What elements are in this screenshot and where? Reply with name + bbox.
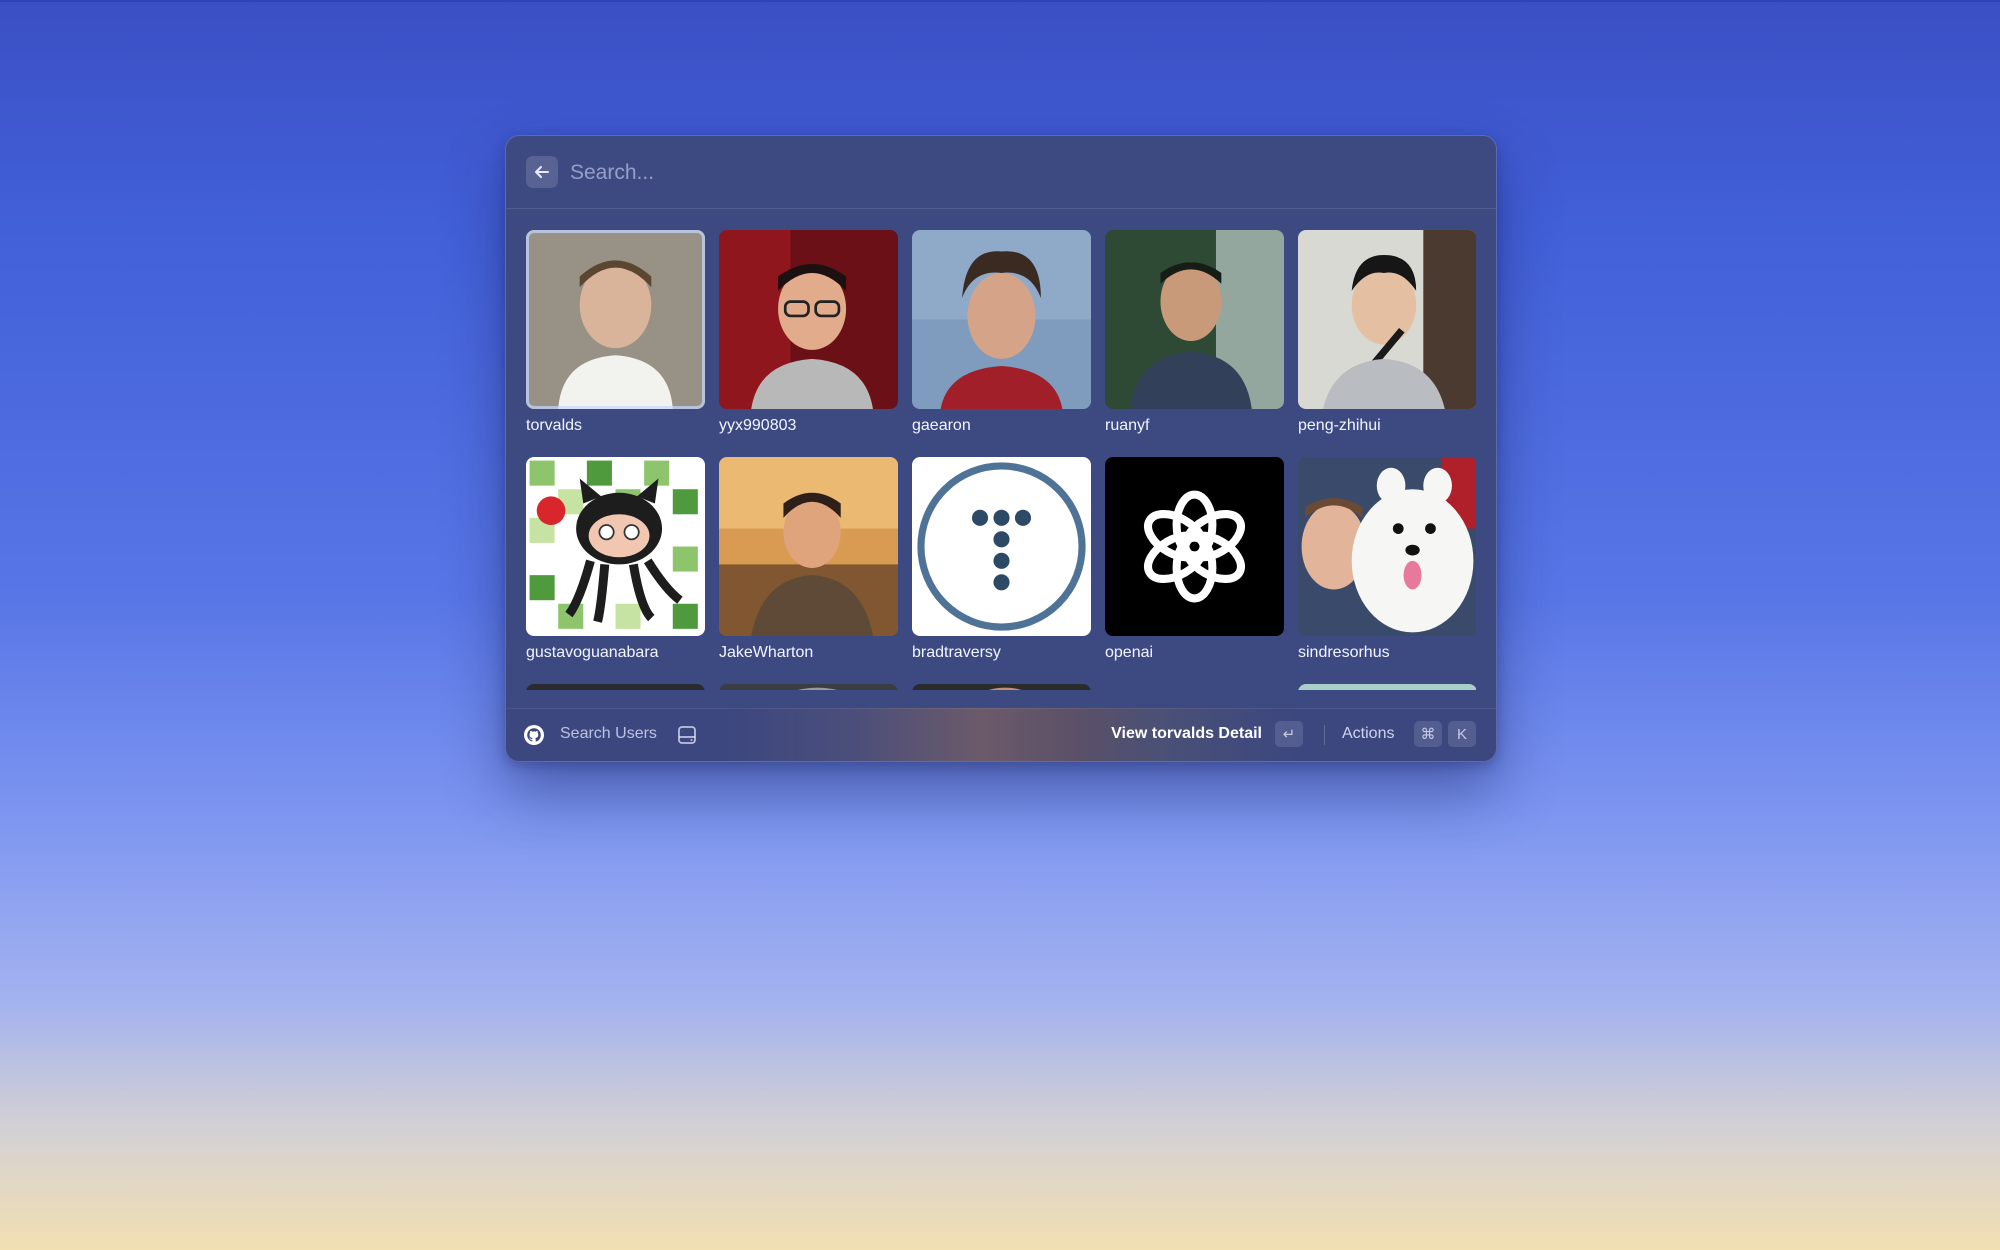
user-card-gustavoguanabara[interactable]: gustavoguanabara [526,457,705,664]
avatar [526,230,705,409]
avatar [1298,457,1476,636]
avatar [526,684,705,690]
user-name: gaearon [912,417,971,434]
user-name: peng-zhihui [1298,417,1381,434]
avatar [1105,230,1284,409]
launcher-window: torvalds yyx990803 [505,135,1497,762]
user-card-torvalds[interactable]: torvalds [526,230,705,437]
user-card-openai[interactable]: openai [1105,457,1284,664]
search-input[interactable] [568,154,1452,192]
avatar [1105,457,1284,636]
avatar [912,457,1091,636]
actions-button[interactable]: Actions [1342,725,1394,743]
avatar [526,457,705,636]
user-name: bradtraversy [912,644,1001,661]
search-bar [506,136,1496,209]
avatar [1298,230,1476,409]
user-name: yyx990803 [719,417,797,434]
user-card-peng-zhihui[interactable]: peng-zhihui [1298,230,1476,437]
divider [1324,725,1325,745]
user-card[interactable] [912,684,1091,690]
user-name: torvalds [526,417,583,434]
user-card-sindresorhus[interactable]: sindresorhus [1298,457,1476,664]
command-key-hint: ⌘ [1414,721,1442,747]
user-name: sindresorhus [1298,644,1390,661]
back-button[interactable] [526,156,558,188]
user-name: ruanyf [1105,417,1150,434]
user-name: gustavoguanabara [526,644,659,661]
primary-action-button[interactable]: View torvalds Detail [1111,725,1262,743]
user-card-gaearon[interactable]: gaearon [912,230,1091,437]
avatar [719,457,898,636]
user-grid: torvalds yyx990803 gaearon ruanyf peng-z… [526,230,1476,690]
user-name: openai [1105,644,1154,661]
k-key-hint: K [1448,721,1476,747]
action-bar: Search Users View torvalds Detail ↵ Acti… [506,708,1496,761]
user-card[interactable] [526,684,705,690]
avatar [1105,684,1284,690]
user-name: JakeWharton [719,644,814,661]
hard-drive-icon [678,726,696,744]
avatar [1298,684,1476,690]
enter-key-hint: ↵ [1275,721,1303,747]
avatar [912,684,1091,690]
command-name: Search Users [560,725,657,742]
user-card[interactable] [1298,684,1476,690]
user-card-bradtraversy[interactable]: bradtraversy [912,457,1091,664]
user-card-yyx990803[interactable]: yyx990803 [719,230,898,437]
top-edge [0,0,2000,2]
arrow-left-icon [535,166,549,178]
user-card-ruanyf[interactable]: ruanyf [1105,230,1284,437]
avatar [912,230,1091,409]
user-card[interactable] [1105,684,1284,690]
user-card[interactable] [719,684,898,690]
user-card-JakeWharton[interactable]: JakeWharton [719,457,898,664]
github-icon [524,725,544,745]
avatar [719,684,898,690]
avatar [719,230,898,409]
